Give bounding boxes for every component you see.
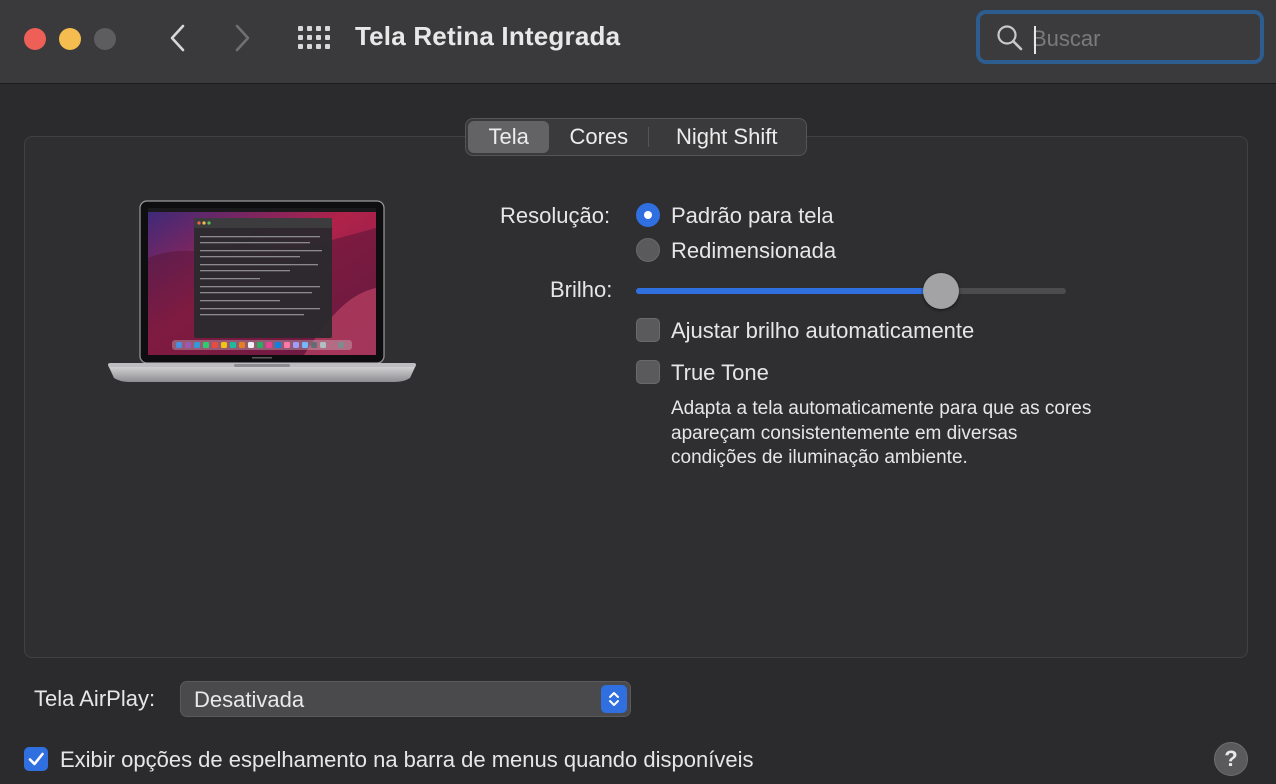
text-cursor [1034,26,1036,54]
grid-icon [298,26,330,49]
help-button[interactable]: ? [1214,742,1248,776]
back-button[interactable] [163,18,193,58]
forward-button[interactable] [227,18,257,58]
title-bar: Tela Retina Integrada [0,0,1276,84]
search-field[interactable] [976,10,1264,64]
radio-scaled-resolution-label[interactable]: Redimensionada [671,238,836,264]
chevron-up-down-icon [609,692,619,706]
chevron-right-icon [235,24,250,52]
tab-night-shift[interactable]: Night Shift [649,121,804,153]
checkmark-icon [28,752,44,766]
true-tone-checkbox[interactable] [636,360,660,384]
resolution-label: Resolução: [500,203,611,228]
tab-tela[interactable]: Tela [468,121,550,153]
auto-brightness-checkbox[interactable] [636,318,660,342]
search-icon [997,25,1023,51]
window-title: Tela Retina Integrada [355,21,621,51]
brightness-slider-fill [636,288,942,294]
show-all-button[interactable] [297,24,331,52]
search-input[interactable] [1030,24,1254,54]
mirroring-label[interactable]: Exibir opções de espelhamento na barra d… [60,747,753,773]
macbook-illustration [108,200,416,382]
airplay-label: Tela AirPlay: [34,686,156,711]
mirroring-checkbox[interactable] [24,747,48,771]
radio-default-resolution-label[interactable]: Padrão para tela [671,203,834,229]
close-button[interactable] [24,28,46,50]
brightness-label: Brilho: [550,277,613,302]
segmented-tabs: Tela Cores Night Shift [465,118,807,156]
true-tone-description: Adapta a tela automaticamente para que a… [671,398,1092,468]
radio-default-resolution[interactable] [636,203,660,227]
popup-arrows [601,685,627,713]
true-tone-label[interactable]: True Tone [671,360,769,386]
tab-cores[interactable]: Cores [549,121,648,153]
airplay-value: Desativada [194,687,305,712]
chevron-left-icon [170,24,185,52]
zoom-button [94,28,116,50]
minimize-button[interactable] [59,28,81,50]
radio-scaled-resolution[interactable] [636,238,660,262]
auto-brightness-label[interactable]: Ajustar brilho automaticamente [671,318,974,344]
airplay-popup[interactable]: Desativada [180,681,631,717]
